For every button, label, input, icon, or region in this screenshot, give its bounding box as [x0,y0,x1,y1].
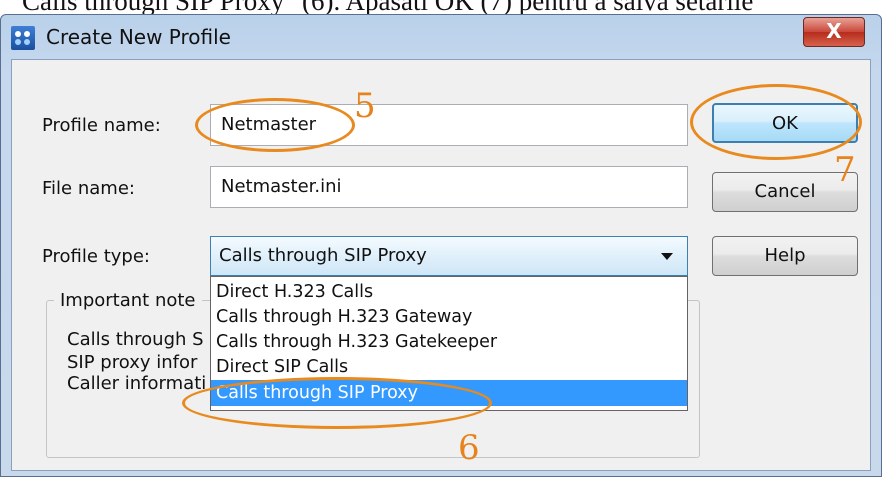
important-note-title: Important note [54,290,202,311]
help-button[interactable]: Help [712,236,858,276]
chevron-down-icon[interactable] [661,253,673,260]
note-line-2: SIP proxy infor [67,352,198,373]
dialog-window: Create New Profile X Profile name: Netma… [0,14,882,477]
profile-name-label: Profile name: [42,115,161,136]
annotation-number-6: 6 [458,428,480,468]
profile-type-select[interactable]: Calls through SIP Proxy [210,236,688,276]
profile-type-label: Profile type: [42,246,150,267]
annotation-number-7: 7 [834,150,856,190]
profile-type-selected-value: Calls through SIP Proxy [219,245,427,266]
note-line-1: Calls through S [67,329,204,350]
dropdown-option[interactable]: Direct H.323 Calls [211,279,687,305]
dropdown-option[interactable]: Direct SIP Calls [211,354,687,380]
dialog-client-area: Profile name: Netmaster File name: Netma… [11,59,871,471]
dropdown-option[interactable]: Calls through H.323 Gateway [211,304,687,330]
file-name-label: File name: [42,178,135,199]
close-button[interactable]: X [803,17,865,47]
annotation-ellipse-profile-name [195,98,355,152]
note-line-3: Caller informati [67,373,207,394]
window-title: Create New Profile [46,25,231,49]
dropdown-option[interactable]: Calls through H.323 Gatekeeper [211,329,687,355]
app-icon [11,26,35,50]
annotation-number-5: 5 [354,86,376,126]
file-name-input[interactable]: Netmaster.ini [210,166,688,208]
annotation-ellipse-ok [690,84,862,160]
annotation-ellipse-sip-proxy [182,377,492,429]
